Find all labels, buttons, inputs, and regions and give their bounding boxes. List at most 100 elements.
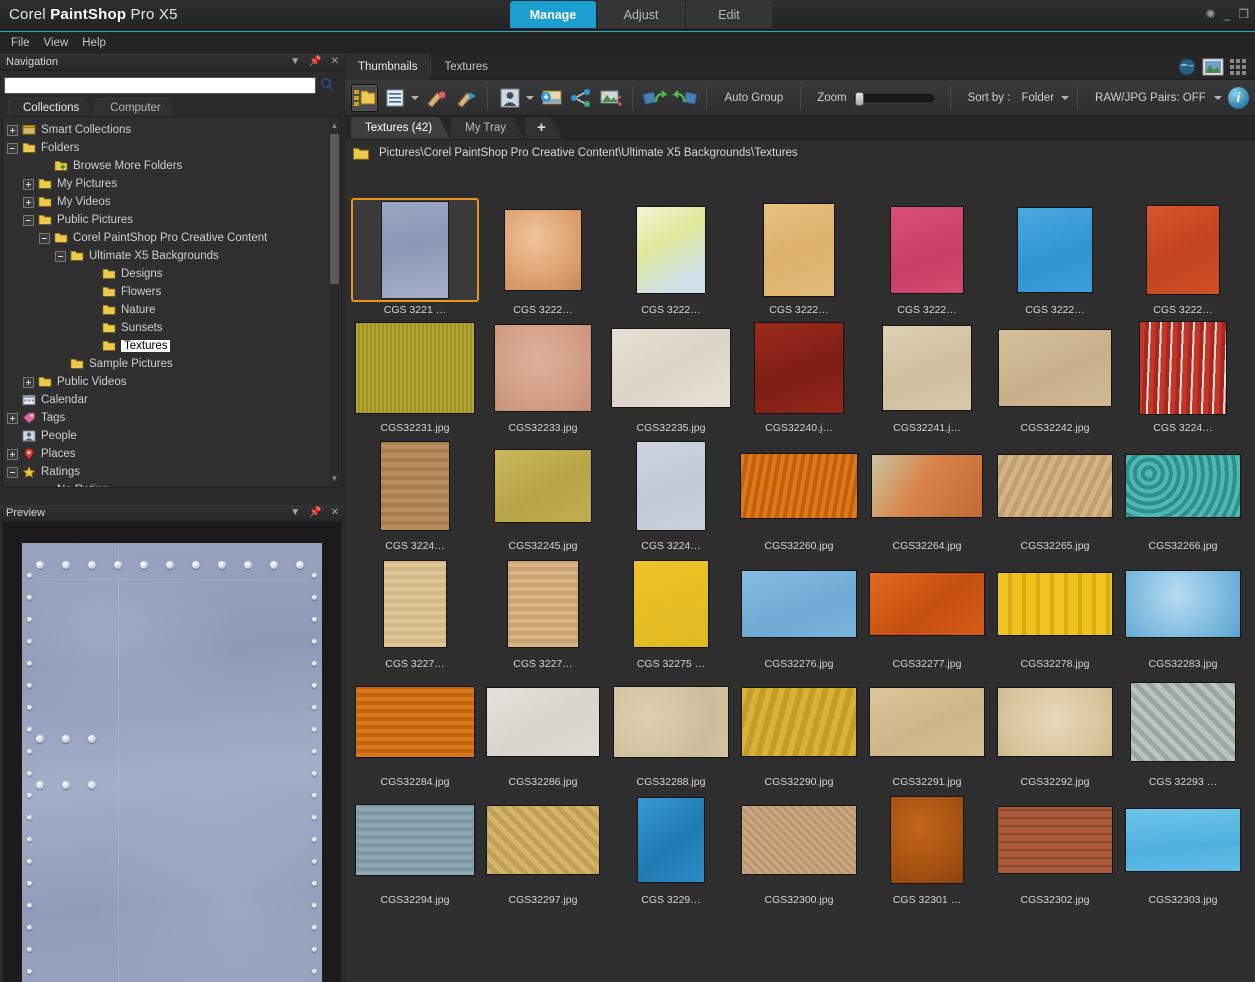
tree-item-my-pictures[interactable]: My Pictures xyxy=(3,175,341,193)
thumbnail-image-box[interactable] xyxy=(607,788,735,892)
scroll-down-arrow[interactable]: ▼ xyxy=(330,473,339,484)
thumbnail-item[interactable]: CGS32264.jpg xyxy=(863,434,991,552)
photo-view-icon[interactable] xyxy=(1202,58,1224,76)
tree-item-my-videos[interactable]: My Videos xyxy=(3,193,341,211)
thumbnail-image-box[interactable] xyxy=(607,434,735,538)
thumbnail-item[interactable]: CGS32231.jpg xyxy=(351,316,479,434)
makeover-button[interactable] xyxy=(422,84,449,112)
minimize-icon[interactable]: _ xyxy=(1224,8,1231,20)
zoom-slider-handle[interactable] xyxy=(854,91,864,106)
globe-icon[interactable] xyxy=(1177,57,1197,77)
search-icon[interactable] xyxy=(320,77,334,91)
thumbnail-item[interactable]: CGS 3222… xyxy=(479,198,607,316)
thumbnail-image-box[interactable] xyxy=(863,788,991,892)
share-button[interactable] xyxy=(567,84,594,112)
thumbnail-item[interactable]: CGS 3222… xyxy=(735,198,863,316)
thumbnail-item[interactable]: CGS 3227… xyxy=(479,552,607,670)
thumbnail-image-box[interactable] xyxy=(479,198,607,302)
thumbnail-image-box[interactable] xyxy=(991,316,1119,420)
thumbnail-item[interactable]: CGS32283.jpg xyxy=(1119,552,1247,670)
tree-toggle-minus[interactable] xyxy=(55,250,66,262)
thumbnail-item[interactable]: CGS32294.jpg xyxy=(351,788,479,906)
thumbnail-item[interactable]: CGS32240.j… xyxy=(735,316,863,434)
thumbnail-image-box[interactable] xyxy=(1119,552,1247,656)
close-icon[interactable]: ✕ xyxy=(331,506,339,520)
thumbnail-image-box[interactable] xyxy=(863,434,991,538)
raw-jpg-dropdown-icon[interactable] xyxy=(1213,95,1222,100)
tree-item-folders[interactable]: Folders xyxy=(3,139,341,157)
tree-scrollbar[interactable]: ▲ ▼ xyxy=(329,118,340,486)
list-view-button[interactable] xyxy=(381,84,408,112)
thumbnail-item[interactable]: CGS32290.jpg xyxy=(735,670,863,788)
thumbnail-image-box[interactable] xyxy=(991,434,1119,538)
thumbnail-item[interactable]: CGS 3224… xyxy=(607,434,735,552)
people-tag-button[interactable] xyxy=(496,84,523,112)
thumbnail-item[interactable]: CGS32284.jpg xyxy=(351,670,479,788)
thumbnail-item[interactable]: CGS 3222… xyxy=(1119,198,1247,316)
tree-item-smart-collections[interactable]: Smart Collections xyxy=(3,121,341,139)
thumbnail-image-box[interactable] xyxy=(863,198,991,302)
thumbnail-item[interactable]: CGS32297.jpg xyxy=(479,788,607,906)
tray-tab-textures[interactable]: Textures (42) xyxy=(351,117,450,139)
sort-by-dropdown-icon[interactable] xyxy=(1061,95,1070,100)
tree-item-ultimate-x5-backgrounds[interactable]: Ultimate X5 Backgrounds xyxy=(3,247,341,265)
thumbnail-item[interactable]: CGS32300.jpg xyxy=(735,788,863,906)
settings-icon[interactable]: ✺ xyxy=(1205,8,1215,20)
folder-view-button[interactable] xyxy=(351,83,379,112)
thumbnail-item[interactable]: CGS32277.jpg xyxy=(863,552,991,670)
menu-view[interactable]: View xyxy=(41,35,80,51)
thumbnail-image-box[interactable] xyxy=(607,552,735,656)
tree-item-sunsets[interactable]: Sunsets xyxy=(3,319,341,337)
thumbnail-item[interactable]: CGS32291.jpg xyxy=(863,670,991,788)
tree-item-designs[interactable]: Designs xyxy=(3,265,341,283)
thumbnail-image-box[interactable] xyxy=(351,670,479,774)
nav-tab-collections[interactable]: Collections xyxy=(8,98,94,116)
add-tray-button[interactable]: + xyxy=(525,117,562,139)
thumbnail-image-box[interactable] xyxy=(479,434,607,538)
slideshow-button[interactable] xyxy=(597,84,624,112)
preview-image-area[interactable] xyxy=(2,522,342,982)
thumbnail-item[interactable]: CGS32303.jpg xyxy=(1119,788,1247,906)
thumbnail-image-box[interactable] xyxy=(607,316,735,420)
thumbnail-item[interactable]: CGS32266.jpg xyxy=(1119,434,1247,552)
tree-toggle-minus[interactable] xyxy=(7,466,18,478)
thumbnail-image-box[interactable] xyxy=(735,788,863,892)
thumbnail-image-box[interactable] xyxy=(863,316,991,420)
thumbnail-image-box[interactable] xyxy=(1119,788,1247,892)
restore-icon[interactable]: ❐ xyxy=(1238,8,1249,20)
thumbnail-image-box[interactable] xyxy=(351,316,479,420)
import-button[interactable] xyxy=(537,84,564,112)
thumbnail-image-box[interactable] xyxy=(479,552,607,656)
thumbnail-image-box[interactable] xyxy=(735,670,863,774)
tab-edit[interactable]: Edit xyxy=(686,1,772,28)
thumbnail-image-box[interactable] xyxy=(991,788,1119,892)
tree-item-tags[interactable]: Tags xyxy=(3,409,341,427)
thumbnail-item[interactable]: CGS32302.jpg xyxy=(991,788,1119,906)
tree-item-public-pictures[interactable]: Public Pictures xyxy=(3,211,341,229)
thumbnail-item[interactable]: CGS 3222… xyxy=(991,198,1119,316)
thumbnail-item[interactable]: CGS 3227… xyxy=(351,552,479,670)
scroll-up-arrow[interactable]: ▲ xyxy=(330,120,339,131)
tree-item-flowers[interactable]: Flowers xyxy=(3,283,341,301)
thumbnail-item[interactable]: CGS 3222… xyxy=(863,198,991,316)
scroll-thumb[interactable] xyxy=(330,134,339,284)
pin-icon[interactable]: 📌 xyxy=(309,55,321,69)
thumbnail-image-box[interactable] xyxy=(863,670,991,774)
thumbnail-image-box[interactable] xyxy=(351,788,479,892)
thumbnail-image-box[interactable] xyxy=(1119,316,1247,420)
thumbnail-image-box[interactable] xyxy=(1119,434,1247,538)
tree-item-no-rating[interactable]: No Rating xyxy=(3,481,341,487)
tree-item-nature[interactable]: Nature xyxy=(3,301,341,319)
thumbnail-image-box[interactable] xyxy=(351,434,479,538)
thumbnail-image-box[interactable] xyxy=(991,670,1119,774)
thumbnail-item[interactable]: CGS 3222… xyxy=(607,198,735,316)
raw-jpg-pairs-button[interactable]: RAW/JPG Pairs: OFF xyxy=(1086,92,1211,104)
tab-textures[interactable]: Textures xyxy=(431,54,500,80)
thumbnail-item[interactable]: CGS32276.jpg xyxy=(735,552,863,670)
tree-toggle-minus[interactable] xyxy=(23,214,34,226)
tree-item-ratings[interactable]: Ratings xyxy=(3,463,341,481)
thumbnail-item[interactable]: CGS 32275 … xyxy=(607,552,735,670)
thumbnail-item[interactable]: CGS 3224… xyxy=(351,434,479,552)
rotate-right-button[interactable] xyxy=(671,84,698,112)
quickfix-button[interactable] xyxy=(452,84,479,112)
